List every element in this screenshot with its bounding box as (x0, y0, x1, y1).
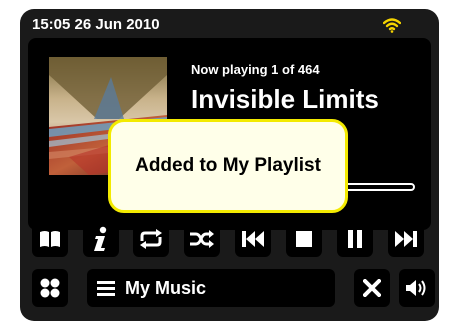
info-button[interactable] (83, 221, 119, 257)
info-icon (94, 226, 107, 251)
previous-track-button[interactable] (235, 221, 271, 257)
home-button[interactable] (32, 269, 68, 307)
repeat-button[interactable] (133, 221, 169, 257)
now-playing-count: Now playing 1 of 464 (191, 62, 320, 77)
wifi-icon (383, 18, 401, 33)
shuffle-button[interactable] (184, 221, 220, 257)
playback-controls (28, 221, 431, 259)
volume-icon (406, 280, 426, 296)
clock-date: 15:05 26 Jun 2010 (32, 16, 160, 33)
playlist-added-popup[interactable]: Added to My Playlist (108, 119, 348, 213)
previous-track-icon (242, 231, 264, 247)
stop-button[interactable] (286, 221, 322, 257)
next-track-button[interactable] (388, 221, 424, 257)
track-title: Invisible Limits (191, 84, 379, 114)
pause-icon (348, 230, 362, 248)
bookmarks-button[interactable] (32, 221, 68, 257)
close-button[interactable] (354, 269, 390, 307)
pause-button[interactable] (337, 221, 373, 257)
popup-message: Added to My Playlist (135, 155, 321, 176)
menu-label: My Music (125, 277, 207, 298)
status-bar: 15:05 26 Jun 2010 (28, 13, 428, 37)
bookmarks-icon (40, 231, 60, 247)
volume-button[interactable] (399, 269, 435, 307)
close-icon (363, 279, 381, 297)
next-track-icon (395, 231, 417, 247)
menu-button[interactable]: My Music (87, 269, 335, 307)
stop-icon (296, 231, 312, 247)
home-grid-icon (40, 278, 60, 298)
menu-list-icon (97, 281, 115, 296)
repeat-icon (140, 229, 162, 249)
shuffle-icon (190, 230, 214, 248)
bottom-bar: My Music (28, 269, 435, 309)
